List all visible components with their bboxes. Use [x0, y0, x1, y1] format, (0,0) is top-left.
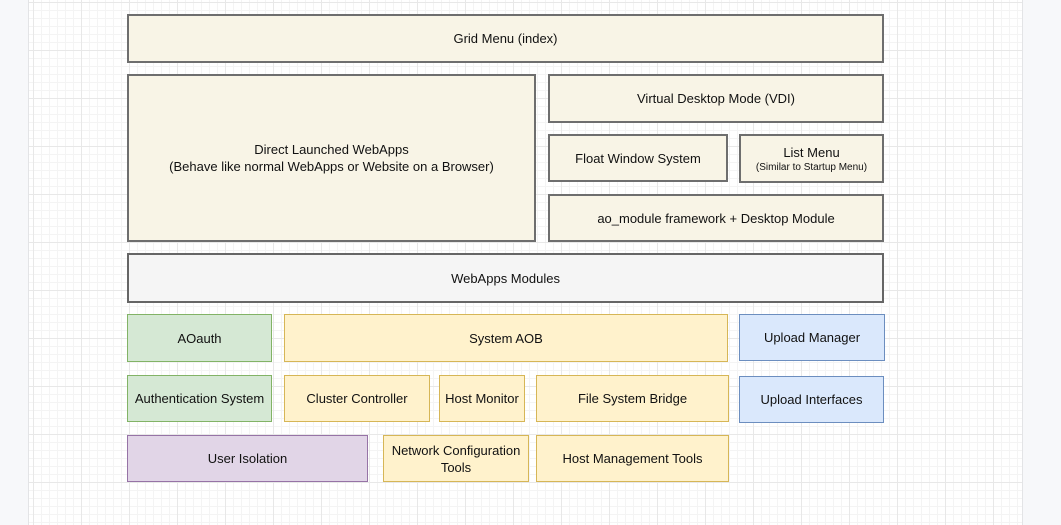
host-management-tools-box: Host Management Tools — [536, 435, 729, 482]
upload-manager-label: Upload Manager — [764, 329, 860, 346]
webapps-modules-box: WebApps Modules — [127, 253, 884, 303]
file-system-bridge-label: File System Bridge — [578, 390, 687, 407]
page-gutter-left — [0, 0, 28, 525]
file-system-bridge-box: File System Bridge — [536, 375, 729, 422]
diagram-canvas: Grid Menu (index) Direct Launched WebApp… — [28, 0, 1023, 525]
direct-launched-webapps-box: Direct Launched WebApps (Behave like nor… — [127, 74, 536, 242]
ao-module-framework-box: ao_module framework + Desktop Module — [548, 194, 884, 242]
virtual-desktop-mode-label: Virtual Desktop Mode (VDI) — [637, 90, 795, 107]
aoauth-label: AOauth — [177, 330, 221, 347]
host-monitor-box: Host Monitor — [439, 375, 525, 422]
network-configuration-tools-box: Network Configuration Tools — [383, 435, 529, 482]
webapps-modules-label: WebApps Modules — [451, 270, 560, 287]
upload-interfaces-label: Upload Interfaces — [761, 391, 863, 408]
cluster-controller-label: Cluster Controller — [306, 390, 407, 407]
page: Grid Menu (index) Direct Launched WebApp… — [0, 0, 1061, 525]
cluster-controller-box: Cluster Controller — [284, 375, 430, 422]
list-menu-box: List Menu (Similar to Startup Menu) — [739, 134, 884, 183]
list-menu-sublabel: (Similar to Startup Menu) — [756, 161, 867, 174]
aoauth-box: AOauth — [127, 314, 272, 362]
authentication-system-box: Authentication System — [127, 375, 272, 422]
float-window-system-box: Float Window System — [548, 134, 728, 182]
user-isolation-box: User Isolation — [127, 435, 368, 482]
ao-module-framework-label: ao_module framework + Desktop Module — [597, 210, 834, 227]
virtual-desktop-mode-box: Virtual Desktop Mode (VDI) — [548, 74, 884, 123]
user-isolation-label: User Isolation — [208, 450, 287, 467]
grid-menu-label: Grid Menu (index) — [453, 30, 557, 47]
direct-launched-webapps-label: Direct Launched WebApps — [254, 141, 408, 158]
network-configuration-tools-label: Network Configuration Tools — [388, 442, 524, 476]
grid-menu-box: Grid Menu (index) — [127, 14, 884, 63]
host-management-tools-label: Host Management Tools — [563, 450, 703, 467]
direct-launched-webapps-sublabel: (Behave like normal WebApps or Website o… — [169, 158, 494, 175]
list-menu-label: List Menu — [783, 144, 839, 161]
system-aob-box: System AOB — [284, 314, 728, 362]
host-monitor-label: Host Monitor — [445, 390, 519, 407]
page-gutter-right — [1023, 0, 1061, 525]
upload-manager-box: Upload Manager — [739, 314, 885, 361]
upload-interfaces-box: Upload Interfaces — [739, 376, 884, 423]
system-aob-label: System AOB — [469, 330, 543, 347]
float-window-system-label: Float Window System — [575, 150, 701, 167]
authentication-system-label: Authentication System — [135, 390, 264, 407]
